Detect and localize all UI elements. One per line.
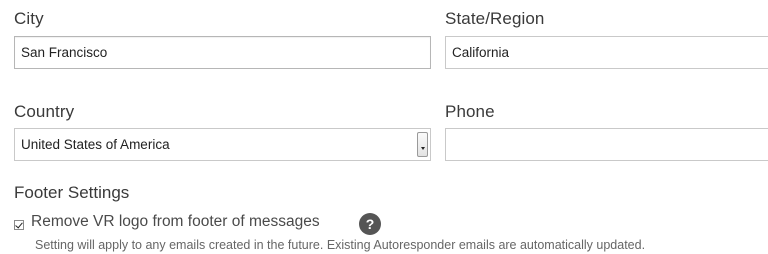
country-select[interactable]: United States of America bbox=[14, 128, 431, 161]
city-label: City bbox=[14, 9, 44, 28]
remove-logo-checkbox[interactable] bbox=[14, 220, 24, 230]
remove-logo-label[interactable]: Remove VR logo from footer of messages bbox=[31, 213, 320, 231]
question-circle-icon[interactable]: ? bbox=[359, 213, 381, 235]
state-label: State/Region bbox=[445, 9, 545, 28]
phone-label: Phone bbox=[445, 102, 495, 121]
country-select-value: United States of America bbox=[21, 137, 170, 152]
footer-settings-title: Footer Settings bbox=[14, 183, 130, 202]
dropdown-arrow-icon[interactable] bbox=[417, 132, 428, 157]
state-input[interactable]: California bbox=[445, 36, 768, 69]
country-label: Country bbox=[14, 102, 75, 121]
footer-hint-text: Setting will apply to any emails created… bbox=[35, 238, 646, 252]
phone-input[interactable] bbox=[445, 128, 768, 161]
city-input[interactable]: San Francisco bbox=[14, 36, 431, 69]
